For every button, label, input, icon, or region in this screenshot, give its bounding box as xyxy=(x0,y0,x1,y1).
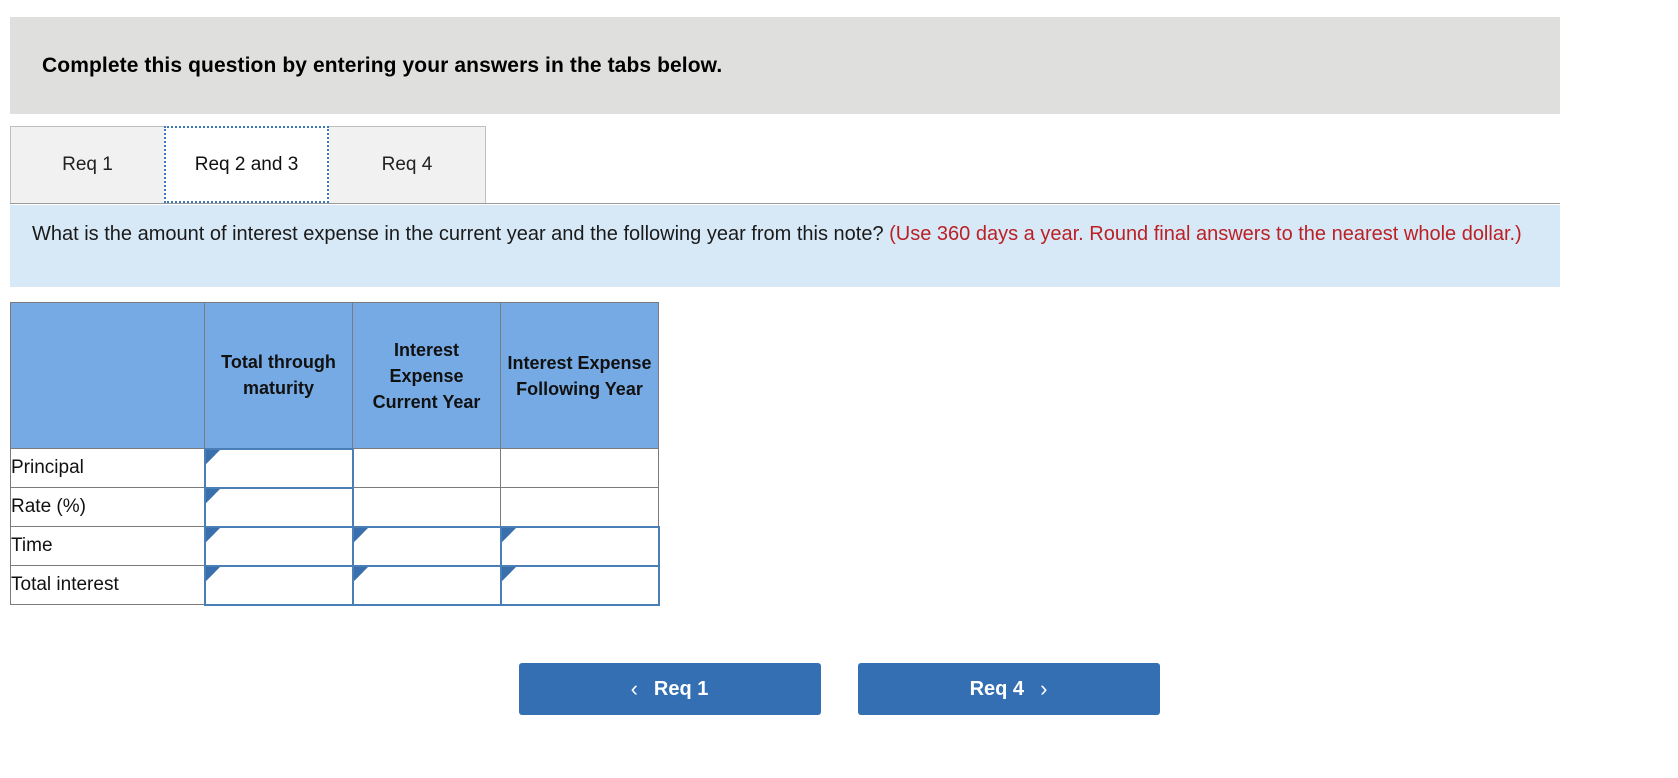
answer-table-body: Principal Rate (%) Time Total interest xyxy=(10,447,660,606)
input-principal-total-maturity[interactable] xyxy=(203,447,354,489)
table-header-row: Total through maturity Interest Expense … xyxy=(10,302,659,449)
cell-principal-current-year[interactable] xyxy=(352,448,501,488)
chevron-right-icon: › xyxy=(1040,676,1048,701)
input-time-current-year[interactable] xyxy=(351,525,502,567)
next-req-4-button[interactable]: Req 4 › xyxy=(857,663,1160,715)
input-total-interest-current-year[interactable] xyxy=(351,564,502,606)
cell-principal-following-year[interactable] xyxy=(500,448,659,488)
next-req-4-label: Req 4 xyxy=(969,677,1025,700)
tab-req-4[interactable]: Req 4 xyxy=(328,126,486,203)
row-label-principal: Principal xyxy=(10,448,205,488)
instruction-bar: Complete this question by entering your … xyxy=(10,17,1560,114)
tab-req-4-label: Req 4 xyxy=(381,154,433,175)
prev-req-1-button[interactable]: ‹ Req 1 xyxy=(518,663,821,715)
row-label-rate: Rate (%) xyxy=(10,487,205,527)
question-text: What is the amount of interest expense i… xyxy=(32,223,884,245)
tab-req-1-label: Req 1 xyxy=(62,154,113,175)
navigation-row: ‹ Req 1 Req 4 › xyxy=(0,663,1678,715)
tab-req-2-and-3[interactable]: Req 2 and 3 xyxy=(164,126,329,203)
row-label-time: Time xyxy=(10,526,205,566)
input-total-interest-following-year[interactable] xyxy=(499,564,660,606)
cell-rate-current-year[interactable] xyxy=(352,487,501,527)
tab-strip: Req 1 Req 2 and 3 Req 4 xyxy=(10,126,1560,204)
input-rate-total-maturity[interactable] xyxy=(203,486,354,528)
cell-rate-following-year[interactable] xyxy=(500,487,659,527)
table-row: Principal xyxy=(10,447,659,489)
row-label-total-interest: Total interest xyxy=(10,565,205,605)
prev-req-1-label: Req 1 xyxy=(653,677,709,700)
table-row: Total interest xyxy=(10,564,660,606)
answer-table: Total through maturity Interest Expense … xyxy=(10,302,660,606)
column-header-current-year: Interest Expense Current Year xyxy=(352,302,501,449)
column-header-following-year: Interest Expense Following Year xyxy=(500,302,659,449)
input-time-total-maturity[interactable] xyxy=(203,525,354,567)
tab-req-1[interactable]: Req 1 xyxy=(10,126,165,203)
table-row: Rate (%) xyxy=(10,486,659,528)
input-total-interest-total-maturity[interactable] xyxy=(203,564,354,606)
question-hint: (Use 360 days a year. Round final answer… xyxy=(889,223,1522,245)
instruction-text: Complete this question by entering your … xyxy=(42,53,723,77)
tab-req-2-and-3-label: Req 2 and 3 xyxy=(194,153,299,175)
question-banner: What is the amount of interest expense i… xyxy=(10,205,1560,287)
question-text-block: What is the amount of interest expense i… xyxy=(32,219,1536,249)
chevron-left-icon: ‹ xyxy=(630,676,638,701)
answer-table-head: Total through maturity Interest Expense … xyxy=(10,302,659,449)
column-header-blank xyxy=(10,302,205,449)
column-header-total-maturity: Total through maturity xyxy=(204,302,353,449)
input-time-following-year[interactable] xyxy=(499,525,660,567)
table-row: Time xyxy=(10,525,660,567)
